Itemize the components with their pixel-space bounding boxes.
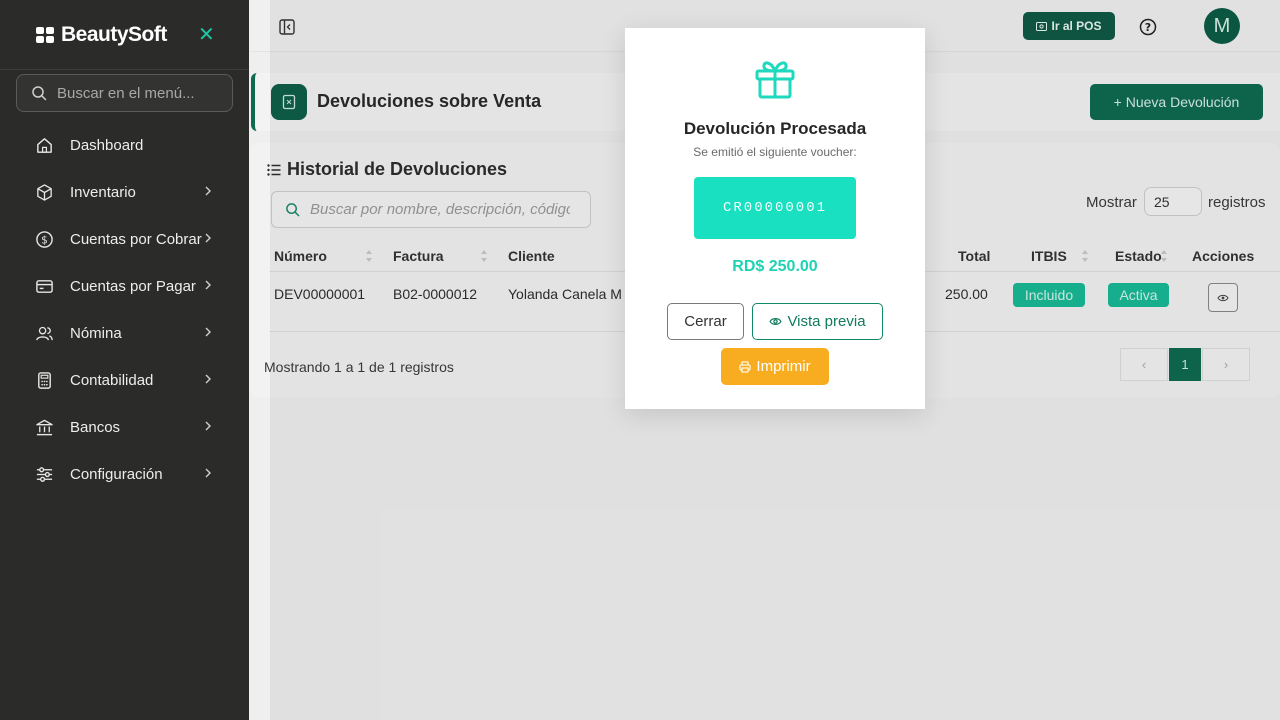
close-button[interactable]: Cerrar bbox=[667, 303, 744, 340]
sidebar-item-label: Contabilidad bbox=[70, 372, 154, 389]
sidebar-item-dashboard[interactable]: Dashboard bbox=[0, 122, 249, 169]
chevron-right-icon bbox=[205, 186, 211, 196]
modal-title: Devolución Procesada bbox=[683, 119, 867, 138]
print-button[interactable]: Imprimir bbox=[721, 348, 829, 385]
sidebar-item-label: Bancos bbox=[70, 419, 121, 436]
sidebar-item-nomina[interactable]: Nómina bbox=[0, 310, 249, 357]
sidebar-item-cuentas-cobrar[interactable]: $ Cuentas por Cobrar bbox=[0, 216, 249, 263]
chevron-right-icon bbox=[205, 280, 211, 290]
menu-search[interactable] bbox=[16, 74, 233, 112]
sidebar-item-label: Nómina bbox=[70, 325, 122, 342]
credit-card-icon bbox=[36, 280, 53, 293]
brand-logo-icon bbox=[36, 26, 54, 43]
print-label: Imprimir bbox=[756, 358, 811, 375]
printer-icon bbox=[739, 360, 751, 373]
dollar-circle-icon: $ bbox=[36, 231, 53, 248]
eye-icon bbox=[769, 318, 783, 325]
chevron-right-icon bbox=[205, 374, 211, 384]
svg-text:$: $ bbox=[41, 234, 48, 246]
sidebar-item-label: Cuentas por Cobrar bbox=[70, 231, 202, 248]
sidebar-item-label: Cuentas por Pagar bbox=[70, 278, 196, 295]
sidebar-nav: Dashboard Inventario $ Cuentas por Cobra… bbox=[0, 122, 249, 498]
modal-subtitle: Se emitió el siguiente voucher: bbox=[693, 145, 857, 159]
sidebar-item-inventario[interactable]: Inventario bbox=[0, 169, 249, 216]
sidebar: BeautySoft ✕ Dashboard Inventario $ Cuen… bbox=[0, 0, 249, 720]
sidebar-item-bancos[interactable]: Bancos bbox=[0, 404, 249, 451]
sidebar-item-label: Inventario bbox=[70, 184, 136, 201]
chevron-right-icon bbox=[205, 421, 211, 431]
calculator-icon bbox=[38, 372, 51, 389]
sidebar-item-cuentas-pagar[interactable]: Cuentas por Pagar bbox=[0, 263, 249, 310]
chevron-right-icon bbox=[205, 327, 211, 337]
home-icon bbox=[37, 138, 52, 153]
preview-button[interactable]: Vista previa bbox=[752, 303, 883, 340]
brand-name: BeautySoft bbox=[61, 22, 167, 46]
preview-label: Vista previa bbox=[787, 313, 866, 330]
gift-icon bbox=[755, 61, 795, 99]
menu-search-input[interactable] bbox=[57, 84, 217, 102]
sidebar-item-label: Configuración bbox=[70, 466, 163, 483]
sidebar-item-label: Dashboard bbox=[70, 137, 144, 154]
sidebar-item-configuracion[interactable]: Configuración bbox=[0, 451, 249, 498]
close-sidebar-icon[interactable]: ✕ bbox=[198, 22, 215, 47]
chevron-right-icon bbox=[205, 468, 211, 478]
voucher-code: CR00000001 bbox=[694, 177, 856, 239]
return-processed-modal: Devolución Procesada Se emitió el siguie… bbox=[625, 28, 925, 409]
sidebar-item-contabilidad[interactable]: Contabilidad bbox=[0, 357, 249, 404]
box-icon bbox=[37, 184, 52, 201]
brand: BeautySoft ✕ bbox=[0, 0, 249, 70]
chevron-right-icon bbox=[205, 233, 211, 243]
voucher-amount: RD$ 250.00 bbox=[732, 258, 818, 275]
sliders-icon bbox=[36, 467, 53, 482]
bank-icon bbox=[36, 419, 53, 436]
users-icon bbox=[36, 326, 53, 341]
search-icon bbox=[32, 86, 47, 101]
